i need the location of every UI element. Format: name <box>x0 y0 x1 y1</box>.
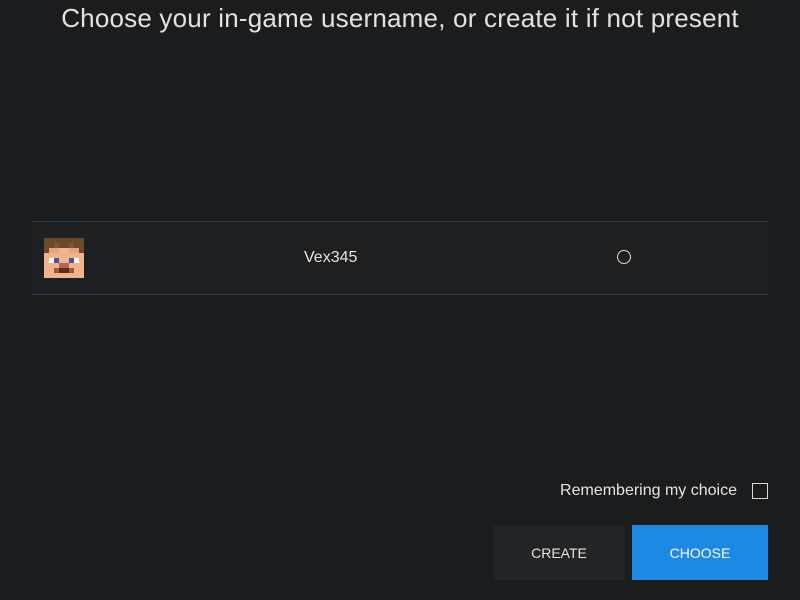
remember-choice-row: Remembering my choice <box>560 482 768 500</box>
page-title: Choose your in-game username, or create … <box>61 3 739 33</box>
profile-select-radio[interactable] <box>617 250 631 264</box>
steve-head-icon <box>44 238 84 278</box>
profile-username: Vex345 <box>304 249 358 266</box>
remember-choice-label: Remembering my choice <box>560 482 737 499</box>
choose-button[interactable]: CHOOSE <box>632 525 768 580</box>
remember-choice-checkbox[interactable] <box>752 483 768 499</box>
profile-list: Vex345 <box>32 221 768 295</box>
username-chooser-page: Choose your in-game username, or create … <box>0 0 800 600</box>
create-button[interactable]: CREATE <box>493 525 625 580</box>
profile-row[interactable]: Vex345 <box>32 221 768 295</box>
